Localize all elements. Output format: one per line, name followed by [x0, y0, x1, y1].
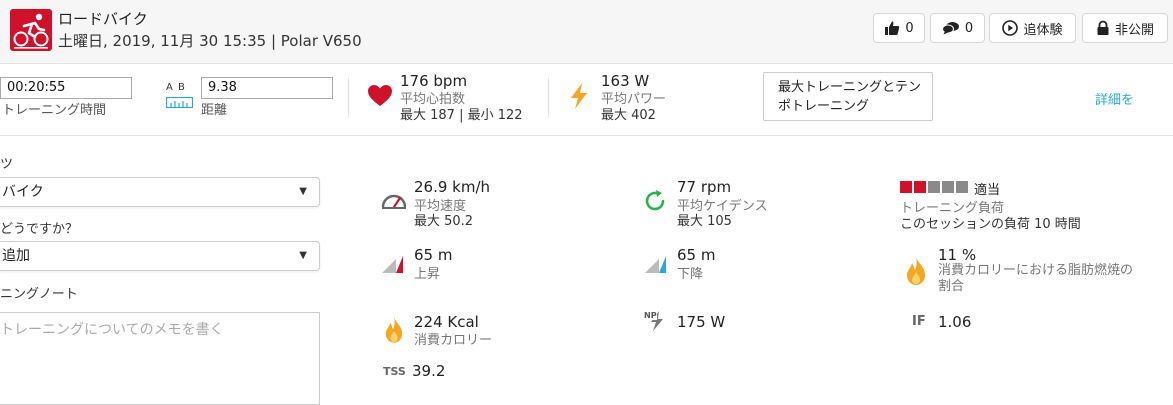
like-count: 0: [905, 20, 914, 36]
speed-value: 26.9 km/h: [414, 178, 491, 196]
duration-field[interactable]: 00:20:55: [0, 77, 132, 99]
lock-icon: [1097, 20, 1109, 35]
distance-field[interactable]: 9.38: [201, 77, 333, 99]
speedometer-icon: [381, 188, 407, 214]
training-load-segment: [942, 181, 954, 193]
session-subtitle: 土曜日, 2019, 11月 30 15:35 | Polar V650: [58, 32, 362, 50]
training-benefit-button[interactable]: 最大トレーニングとテンポトレーニング: [763, 72, 933, 121]
training-load-segment: [956, 181, 968, 193]
comment-button[interactable]: 0: [930, 13, 985, 43]
sport-field-label: ツ: [0, 157, 14, 172]
relive-label: 追体験: [1023, 22, 1063, 38]
distance-label: 距離: [201, 103, 228, 118]
training-load-hours: このセッションの負荷 10 時間: [900, 217, 1081, 232]
sport-select[interactable]: バイク ▼: [0, 177, 320, 207]
descent-label: 下降: [677, 267, 704, 282]
distance-ab-label: A B: [166, 82, 186, 93]
heart-rate-minmax: 最大 187 | 最小 122: [400, 108, 523, 123]
training-note-placeholder: トレーニングについてのメモを書く: [0, 322, 224, 338]
privacy-label: 非公開: [1114, 22, 1154, 38]
like-button[interactable]: 0: [873, 13, 925, 43]
comment-count: 0: [964, 20, 974, 36]
intensity-factor-badge: IF: [912, 314, 926, 329]
caret-down-icon: ▼: [299, 186, 307, 197]
training-load-word: 適当: [974, 183, 1001, 198]
row-divider: [0, 135, 1173, 136]
sport-title: ロードバイク: [58, 10, 148, 28]
normalized-power-value: 175 W: [677, 313, 726, 331]
comment-icon: [941, 22, 959, 35]
training-load-segment: [900, 181, 912, 193]
feeling-select[interactable]: 追加 ▼: [0, 241, 320, 271]
speed-max: 最大 50.2: [414, 214, 474, 229]
duration-label: トレーニング時間: [2, 103, 107, 118]
tss-badge: TSS: [383, 365, 406, 378]
heart-icon: [367, 84, 393, 112]
feeling-select-value: 追加: [2, 248, 30, 264]
divider: [348, 78, 349, 118]
normalized-power-icon: NP: [644, 310, 667, 332]
ascent-icon: [381, 254, 405, 278]
fat-burn-label: 消費カロリーにおける脂肪燃焼の割合: [938, 263, 1134, 294]
fat-burn-value: 11 %: [938, 246, 977, 264]
training-load-segment: [914, 181, 926, 193]
road-bike-icon: [10, 9, 52, 51]
intensity-factor-value: 1.06: [938, 313, 972, 331]
power-max: 最大 402: [601, 108, 656, 123]
descent-value: 65 m: [677, 246, 716, 264]
cadence-max: 最大 105: [677, 214, 732, 229]
calories-label: 消費カロリー: [414, 333, 493, 348]
training-load-meter: [900, 181, 968, 193]
session-header: ロードバイク 土曜日, 2019, 11月 30 15:35 | Polar V…: [0, 0, 1173, 64]
ascent-label: 上昇: [414, 267, 441, 282]
note-label: ニングノート: [0, 287, 78, 302]
training-load-segment: [928, 181, 940, 193]
cadence-icon: [643, 189, 667, 217]
training-note-input[interactable]: トレーニングについてのメモを書く: [0, 312, 320, 405]
flame-icon: [905, 256, 927, 290]
divider: [548, 78, 549, 118]
privacy-button[interactable]: 非公開: [1082, 13, 1168, 43]
ascent-value: 65 m: [414, 246, 453, 264]
cadence-value: 77 rpm: [677, 178, 732, 196]
play-circle-icon: [1002, 20, 1019, 36]
ruler-icon: [165, 96, 194, 109]
relive-button[interactable]: 追体験: [989, 13, 1076, 43]
lightning-icon: [569, 82, 589, 114]
tss-value: 39.2: [412, 362, 446, 380]
descent-icon: [644, 254, 668, 278]
sport-select-value: バイク: [2, 184, 44, 200]
caret-down-icon: ▼: [299, 250, 307, 261]
feeling-label: どうですか？: [0, 222, 79, 237]
details-link[interactable]: 詳細を: [1095, 89, 1134, 108]
flame-icon: [384, 316, 404, 348]
thumbs-up-icon: [885, 21, 900, 35]
np-badge: NP: [644, 311, 657, 320]
